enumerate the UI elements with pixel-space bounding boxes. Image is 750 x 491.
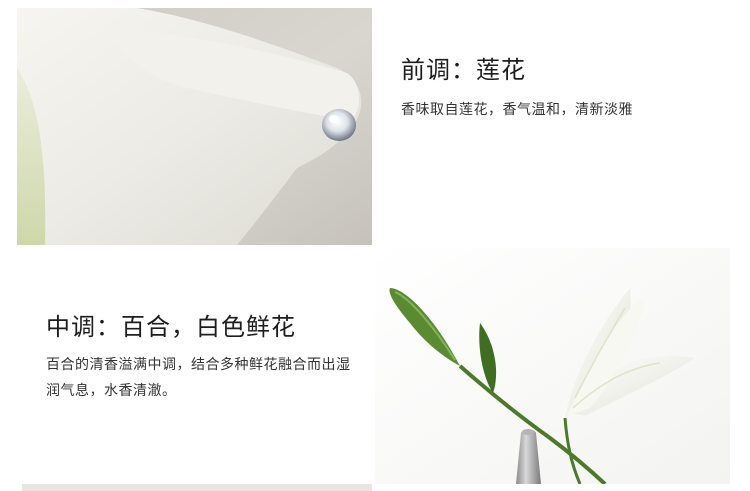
petal-photo <box>17 8 372 245</box>
top-note-section: 前调：莲花 香味取自莲花，香气温和，清新淡雅 <box>401 50 721 123</box>
middle-note-description: 百合的清香溢满中调，结合多种鲜花融合而出湿润气息，水香清澈。 <box>46 357 351 399</box>
middle-note-section: 中调：百合，白色鲜花 百合的清香溢满中调，结合多种鲜花融合而出湿润气息，水香清澈… <box>46 307 366 404</box>
top-note-description: 香味取自莲花，香气温和，清新淡雅 <box>401 102 633 118</box>
next-image-strip <box>22 484 372 491</box>
lily-photo <box>375 248 730 484</box>
top-note-heading: 前调：莲花 <box>401 56 526 84</box>
middle-note-heading: 中调：百合，白色鲜花 <box>46 313 296 341</box>
